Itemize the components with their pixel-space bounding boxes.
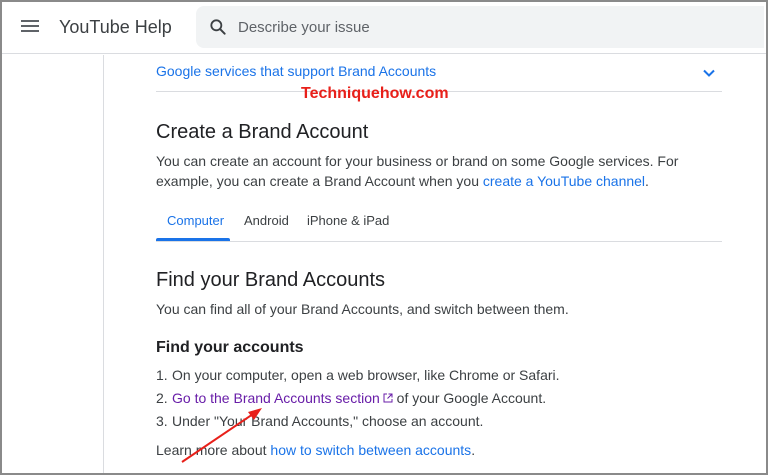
external-link-icon[interactable]: [383, 393, 393, 403]
help-page: YouTube Help Google services that suppor…: [0, 0, 768, 475]
create-youtube-channel-link[interactable]: create a YouTube channel: [483, 173, 645, 189]
step-2: 2. Go to the Brand Accounts section of yo…: [156, 390, 547, 406]
watermark-text: Techniquehow.com: [301, 85, 449, 102]
tab-android[interactable]: Android: [244, 213, 289, 228]
platform-tabs: Computer Android iPhone & iPad: [156, 205, 722, 242]
chevron-down-icon[interactable]: [702, 66, 716, 80]
find-your-accounts-heading: Find your accounts: [156, 339, 304, 356]
brand-accounts-section-link[interactable]: Go to the Brand Accounts section: [172, 390, 380, 406]
active-tab-indicator: [156, 238, 230, 241]
tab-iphone-ipad[interactable]: iPhone & iPad: [307, 213, 389, 228]
top-bar: YouTube Help: [2, 2, 766, 54]
sidebar-divider: [103, 55, 104, 473]
switch-accounts-link[interactable]: how to switch between accounts: [270, 442, 471, 458]
find-brand-accounts-title: Find your Brand Accounts: [156, 269, 386, 291]
expander-label[interactable]: Google services that support Brand Accou…: [156, 63, 436, 79]
create-brand-account-title: Create a Brand Account: [156, 121, 369, 143]
step-1: 1. On your computer, open a web browser, …: [156, 367, 560, 383]
hamburger-menu-icon[interactable]: [21, 18, 39, 34]
find-brand-accounts-description: You can find all of your Brand Accounts,…: [156, 301, 569, 317]
search-icon[interactable]: [208, 17, 228, 37]
search-input[interactable]: [238, 6, 738, 48]
tab-computer[interactable]: Computer: [167, 213, 224, 228]
app-title[interactable]: YouTube Help: [59, 17, 172, 38]
annotation-arrow: [181, 408, 262, 463]
create-brand-account-description: You can create an account for your busin…: [156, 153, 679, 189]
search-bar[interactable]: [196, 6, 764, 48]
